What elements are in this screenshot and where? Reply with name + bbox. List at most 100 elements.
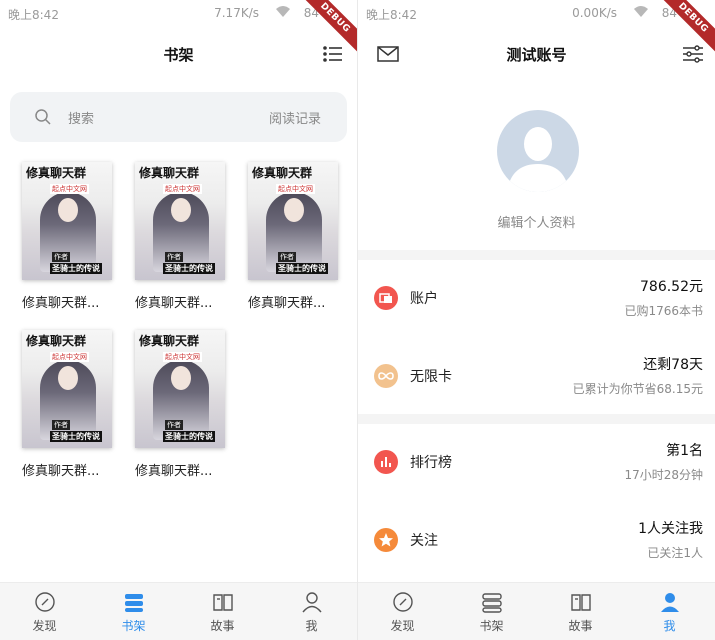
cover-author: 圣骑士的传说 [50, 263, 102, 274]
row-label: 无限卡 [410, 369, 452, 385]
search-placeholder: 搜索 [68, 112, 95, 127]
nav-stories[interactable]: 故事 [178, 591, 267, 634]
ranking-row[interactable]: 排行榜 第1名 17小时28分钟 [358, 424, 715, 500]
nav-bookshelf[interactable]: 书架 [447, 591, 536, 634]
cover-title: 修真聊天群 [26, 166, 87, 180]
account-balance: 786.52元 [640, 279, 703, 295]
compass-icon [391, 591, 415, 613]
nav-me[interactable]: 我 [267, 591, 356, 634]
avatar[interactable] [497, 110, 579, 192]
status-net-speed: 0.00K/s [572, 6, 617, 20]
profile-screen: 晚上8:42 0.00K/s 84 DEBUG 测试账号 编辑个人资料 账户 7… [358, 0, 715, 640]
cover-author: 圣骑士的传说 [276, 263, 328, 274]
infinity-icon [374, 364, 398, 388]
nav-label: 我 [305, 619, 318, 633]
cover-title: 修真聊天群 [139, 334, 200, 348]
rank-position: 第1名 [666, 443, 703, 459]
nav-bookshelf[interactable]: 书架 [89, 591, 178, 634]
compass-icon [33, 591, 57, 613]
edit-profile-link[interactable]: 编辑个人资料 [358, 212, 715, 231]
reading-history-link[interactable]: 阅读记录 [269, 108, 321, 127]
nav-discover[interactable]: 发现 [0, 591, 89, 634]
bottom-nav: 发现 书架 故事 我 [358, 582, 715, 640]
cover-face [171, 366, 191, 390]
book-cover: 修真聊天群 起点中文网 作者 圣骑士的传说 [248, 162, 338, 280]
book-cover: 修真聊天群 起点中文网 作者 圣骑士的传说 [135, 330, 225, 448]
nav-label: 发现 [32, 619, 57, 633]
status-time: 晚上8:42 [8, 8, 59, 22]
wifi-icon [633, 5, 649, 22]
book-open-icon [569, 591, 593, 613]
bookshelf-header: 书架 [0, 32, 357, 76]
book-item[interactable]: 修真聊天群 起点中文网 作者 圣骑士的传说 修真聊天群... [135, 330, 231, 479]
book-title: 修真聊天群... [22, 464, 100, 479]
days-remaining: 还剩78天 [643, 357, 703, 373]
nav-label: 书架 [479, 619, 504, 633]
book-item[interactable]: 修真聊天群 起点中文网 作者 圣骑士的传说 修真聊天群... [248, 162, 344, 311]
cover-author: 圣骑士的传说 [163, 263, 215, 274]
bookshelf-screen: 晚上8:42 7.17K/s 84 DEBUG 书架 搜索 阅读记录 修真聊天群… [0, 0, 357, 640]
cover-author-tag: 作者 [165, 252, 183, 262]
savings-total: 已累计为你节省68.15元 [572, 382, 703, 396]
cover-author: 圣骑士的传说 [163, 431, 215, 442]
nav-label: 故事 [568, 619, 593, 633]
row-label: 账户 [410, 291, 438, 307]
following-count: 已关注1人 [647, 546, 703, 560]
cover-author-tag: 作者 [165, 420, 183, 430]
cover-publisher-badge: 起点中文网 [163, 184, 202, 194]
cover-publisher-badge: 起点中文网 [50, 352, 89, 362]
section-divider [358, 250, 715, 260]
status-net-speed: 7.17K/s [214, 6, 259, 20]
row-label: 关注 [410, 533, 438, 549]
nav-label: 书架 [121, 619, 146, 633]
wifi-icon [275, 5, 291, 22]
star-icon [374, 528, 398, 552]
cover-title: 修真聊天群 [26, 334, 87, 348]
followers-count: 1人关注我 [638, 521, 703, 537]
bar-chart-icon [374, 450, 398, 474]
account-row[interactable]: 账户 786.52元 已购1766本书 [358, 260, 715, 336]
book-title: 修真聊天群... [22, 296, 100, 311]
book-item[interactable]: 修真聊天群 起点中文网 作者 圣骑士的传说 修真聊天群... [22, 330, 118, 479]
reading-duration: 17小时28分钟 [624, 468, 703, 482]
purchased-count: 已购1766本书 [624, 304, 703, 318]
nav-label: 我 [663, 619, 676, 633]
status-bar: 晚上8:42 0.00K/s 84 [358, 0, 715, 26]
profile-header: 测试账号 [358, 32, 715, 76]
book-item[interactable]: 修真聊天群 起点中文网 作者 圣骑士的传说 修真聊天群... [22, 162, 118, 311]
bookshelf-icon [480, 591, 504, 613]
person-icon [300, 591, 324, 613]
settings-sliders-icon[interactable] [681, 42, 705, 66]
cover-title: 修真聊天群 [139, 166, 200, 180]
status-bar: 晚上8:42 7.17K/s 84 [0, 0, 357, 26]
cover-publisher-badge: 起点中文网 [50, 184, 89, 194]
book-title: 修真聊天群... [248, 296, 326, 311]
page-title: 测试账号 [506, 46, 567, 64]
search-icon [34, 108, 52, 126]
cover-publisher-badge: 起点中文网 [163, 352, 202, 362]
follow-row[interactable]: 关注 1人关注我 已关注1人 [358, 502, 715, 578]
unlimited-card-row[interactable]: 无限卡 还剩78天 已累计为你节省68.15元 [358, 338, 715, 414]
nav-discover[interactable]: 发现 [358, 591, 447, 634]
book-cover: 修真聊天群 起点中文网 作者 圣骑士的传说 [135, 162, 225, 280]
bottom-nav: 发现 书架 故事 我 [0, 582, 357, 640]
section-divider [358, 414, 715, 424]
search-bar[interactable]: 搜索 阅读记录 [10, 92, 347, 142]
nav-me[interactable]: 我 [625, 591, 714, 634]
cover-face [58, 198, 78, 222]
book-item[interactable]: 修真聊天群 起点中文网 作者 圣骑士的传说 修真聊天群... [135, 162, 231, 311]
page-title: 书架 [163, 46, 194, 64]
cover-face [58, 366, 78, 390]
cover-author-tag: 作者 [52, 420, 70, 430]
book-title: 修真聊天群... [135, 296, 213, 311]
cover-author-tag: 作者 [52, 252, 70, 262]
cover-author: 圣骑士的传说 [50, 431, 102, 442]
nav-label: 发现 [390, 619, 415, 633]
cover-face [171, 198, 191, 222]
nav-stories[interactable]: 故事 [536, 591, 625, 634]
row-label: 排行榜 [410, 455, 452, 471]
book-cover: 修真聊天群 起点中文网 作者 圣骑士的传说 [22, 162, 112, 280]
book-title: 修真聊天群... [135, 464, 213, 479]
list-menu-icon[interactable] [321, 42, 345, 66]
person-icon [658, 591, 682, 613]
